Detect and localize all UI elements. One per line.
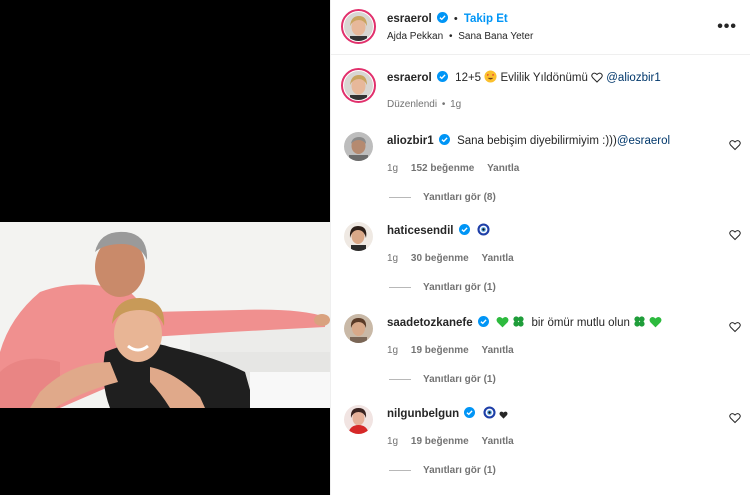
comment-item: saadetozkanefe bir ömür mutlu olun 1g 19… [331,314,750,392]
green-heart-icon [496,316,509,328]
verified-icon [464,407,476,418]
comment-meta: 1g 19 beğenme Yanıtla [387,345,524,356]
caption-meta: Düzenlendi • 1g [387,99,471,110]
green-heart-icon [649,316,662,328]
couple-photo-illustration [0,222,330,408]
comment-text: bir ömür mutlu olun [531,317,630,329]
author-username[interactable]: esraerol [387,13,432,25]
verified-icon [436,12,448,23]
verified-icon [436,71,448,82]
caption-avatar[interactable] [344,71,373,100]
commenter-username[interactable]: haticesendil [387,225,453,237]
more-options-icon[interactable]: ••• [717,18,737,36]
caption-username[interactable]: esraerol [387,72,432,84]
comment-likes[interactable]: 152 beğenme [411,163,474,174]
audio-info[interactable]: Ajda Pekkan • Sana Bana Yeter [387,31,533,42]
nazar-amulet-icon [483,406,496,419]
like-heart-icon[interactable] [729,229,741,241]
comment-time: 1g [387,163,399,174]
post-photo [0,222,330,408]
post-details-panel: esraerol • Takip Et Ajda Pekkan • Sana B… [330,0,750,495]
post-header: esraerol • Takip Et Ajda Pekkan • Sana B… [331,0,750,55]
black-heart-icon [499,411,508,419]
comment-time: 1g [387,253,399,264]
verified-icon [438,134,450,145]
view-replies-button[interactable]: Yanıtları gör (1) [389,374,496,385]
comment-time: 1g [387,436,399,447]
audio-song: Sana Bana Yeter [458,31,534,42]
heart-eyes-emoji-icon [484,70,497,83]
clover-icon [634,316,645,327]
commenter-username[interactable]: saadetozkanefe [387,317,473,329]
like-heart-icon[interactable] [729,412,741,424]
caption-mention-link[interactable]: @aliozbir1 [606,72,661,84]
comment-item: haticesendil 1g 30 beğenme Yanıtla Yanıt… [331,222,750,300]
comment-meta: 1g 30 beğenme Yanıtla [387,253,524,264]
reply-button[interactable]: Yanıtla [482,253,514,264]
view-replies-label: Yanıtları gör (1) [423,465,496,476]
caption-text: 12+5 [455,72,482,84]
like-heart-icon[interactable] [729,321,741,333]
commenter-avatar[interactable] [344,222,373,251]
replies-line [389,286,411,288]
view-replies-label: Yanıtları gör (8) [423,192,496,203]
view-replies-label: Yanıtları gör (1) [423,282,496,293]
comment-time: 1g [387,345,399,356]
meta-dot: • [441,99,446,110]
commenter-avatar[interactable] [344,405,373,434]
commenter-avatar[interactable] [344,314,373,343]
audio-separator-dot: • [448,31,453,42]
commenter-username[interactable]: nilgunbelgun [387,408,459,420]
commenter-avatar[interactable] [344,132,373,161]
caption-text-2: Evlilik Yıldönümü [500,72,588,84]
replies-line [389,469,411,471]
reply-button[interactable]: Yanıtla [482,436,514,447]
reply-button[interactable]: Yanıtla [487,163,519,174]
comment-likes[interactable]: 19 beğenme [411,345,469,356]
post-caption: esraerol 12+5 Evlilik Yıldönümü @aliozbi… [331,68,750,118]
reply-button[interactable]: Yanıtla [482,345,514,356]
like-heart-icon[interactable] [729,139,741,151]
comment-mention-link[interactable]: @esraerol [617,135,670,147]
comment-likes[interactable]: 19 beğenme [411,436,469,447]
comment-meta: 1g 19 beğenme Yanıtla [387,436,524,447]
edited-label: Düzenlendi [387,99,438,110]
comment-item: nilgunbelgun 1g 19 beğenme Yanıtla Yanıt… [331,405,750,483]
replies-line [389,196,411,198]
comment-item: aliozbir1 Sana bebişim diyebilirmiyim :)… [331,132,750,210]
verified-icon [477,316,489,327]
view-replies-button[interactable]: Yanıtları gör (1) [389,465,496,476]
clover-icon [513,316,524,327]
post-media[interactable] [0,0,330,495]
audio-artist: Ajda Pekkan [387,31,444,42]
verified-icon [458,224,470,235]
commenter-username[interactable]: aliozbir1 [387,135,434,147]
white-heart-icon [591,72,603,83]
comment-text: Sana bebişim diyebilirmiyim :))) [457,135,617,147]
view-replies-button[interactable]: Yanıtları gör (8) [389,192,496,203]
replies-line [389,378,411,380]
follow-button[interactable]: Takip Et [464,13,508,25]
comment-likes[interactable]: 30 beğenme [411,253,469,264]
nazar-amulet-icon [477,223,490,236]
view-replies-label: Yanıtları gör (1) [423,374,496,385]
caption-time: 1g [450,99,462,110]
view-replies-button[interactable]: Yanıtları gör (1) [389,282,496,293]
separator-dot: • [453,13,458,25]
author-avatar[interactable] [344,12,373,41]
comment-meta: 1g 152 beğenme Yanıtla [387,163,529,174]
